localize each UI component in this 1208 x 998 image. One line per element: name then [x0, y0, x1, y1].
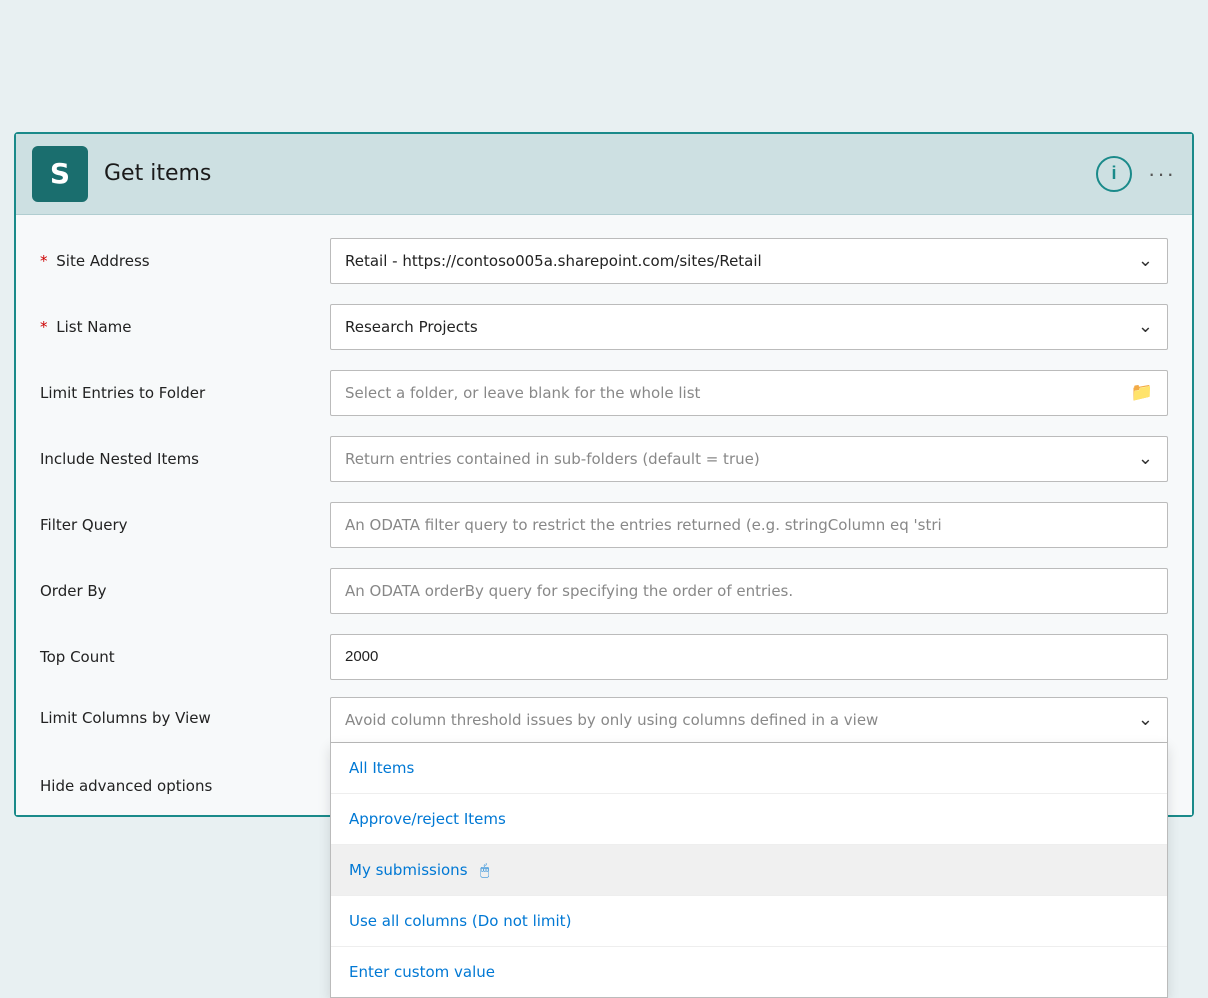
panel-header: S Get items i ···: [16, 134, 1192, 215]
limit-entries-row: Limit Entries to Folder Select a folder,…: [40, 367, 1168, 419]
list-name-label: * List Name: [40, 318, 330, 336]
order-by-field[interactable]: An ODATA orderBy query for specifying th…: [330, 568, 1168, 614]
logo-letter: S: [50, 157, 70, 190]
site-address-field[interactable]: Retail - https://contoso005a.sharepoint.…: [330, 238, 1168, 284]
folder-icon: 📁: [1131, 382, 1153, 403]
order-by-placeholder: An ODATA orderBy query for specifying th…: [345, 582, 793, 600]
limit-entries-field[interactable]: Select a folder, or leave blank for the …: [330, 370, 1168, 416]
limit-entries-label: Limit Entries to Folder: [40, 384, 330, 402]
top-count-row: Top Count: [40, 631, 1168, 683]
dropdown-item-approve-reject[interactable]: Approve/reject Items: [331, 794, 1167, 845]
get-items-panel: S Get items i ··· * Site Address Retail …: [14, 132, 1194, 817]
dropdown-item-my-submissions[interactable]: My submissions 🖱: [331, 845, 1167, 897]
site-address-label: * Site Address: [40, 252, 330, 270]
include-nested-chevron-icon: ⌄: [1138, 448, 1153, 469]
dropdown-item-all-items[interactable]: All Items: [331, 743, 1167, 794]
include-nested-row: Include Nested Items Return entries cont…: [40, 433, 1168, 485]
header-actions: i ···: [1096, 156, 1176, 192]
list-name-field[interactable]: Research Projects ⌄: [330, 304, 1168, 350]
site-address-value: Retail - https://contoso005a.sharepoint.…: [345, 252, 762, 270]
include-nested-label: Include Nested Items: [40, 450, 330, 468]
limit-columns-dropdown-container: Avoid column threshold issues by only us…: [330, 697, 1168, 743]
top-count-label: Top Count: [40, 648, 330, 666]
include-nested-placeholder: Return entries contained in sub-folders …: [345, 450, 760, 468]
limit-columns-chevron-icon: ⌄: [1138, 709, 1153, 730]
filter-query-field[interactable]: An ODATA filter query to restrict the en…: [330, 502, 1168, 548]
form-body: * Site Address Retail - https://contoso0…: [16, 215, 1192, 815]
limit-entries-placeholder: Select a folder, or leave blank for the …: [345, 384, 700, 402]
info-button[interactable]: i: [1096, 156, 1132, 192]
order-by-row: Order By An ODATA orderBy query for spec…: [40, 565, 1168, 617]
list-name-value: Research Projects: [345, 318, 478, 336]
sharepoint-logo: S: [32, 146, 88, 202]
dropdown-item-use-all-columns[interactable]: Use all columns (Do not limit): [331, 896, 1167, 947]
cursor-pointer-icon: 🖱: [480, 861, 489, 879]
limit-columns-dropdown[interactable]: Avoid column threshold issues by only us…: [330, 697, 1168, 743]
dropdown-item-enter-custom[interactable]: Enter custom value: [331, 947, 1167, 997]
list-name-chevron-icon: ⌄: [1138, 316, 1153, 337]
site-address-chevron-icon: ⌄: [1138, 250, 1153, 271]
filter-query-placeholder: An ODATA filter query to restrict the en…: [345, 516, 942, 534]
limit-columns-placeholder: Avoid column threshold issues by only us…: [345, 711, 878, 729]
include-nested-field[interactable]: Return entries contained in sub-folders …: [330, 436, 1168, 482]
limit-columns-menu: All Items Approve/reject Items My submis…: [330, 743, 1168, 998]
limit-columns-row: Limit Columns by View Avoid column thres…: [40, 697, 1168, 749]
filter-query-label: Filter Query: [40, 516, 330, 534]
limit-columns-label: Limit Columns by View: [40, 697, 330, 727]
required-star-list: *: [40, 318, 48, 336]
top-count-input[interactable]: [330, 634, 1168, 680]
required-star-site: *: [40, 252, 48, 270]
more-button[interactable]: ···: [1148, 161, 1176, 187]
order-by-label: Order By: [40, 582, 330, 600]
list-name-row: * List Name Research Projects ⌄: [40, 301, 1168, 353]
site-address-row: * Site Address Retail - https://contoso0…: [40, 235, 1168, 287]
hide-advanced-label[interactable]: Hide advanced options: [40, 777, 330, 795]
filter-query-row: Filter Query An ODATA filter query to re…: [40, 499, 1168, 551]
panel-title: Get items: [104, 161, 1096, 186]
